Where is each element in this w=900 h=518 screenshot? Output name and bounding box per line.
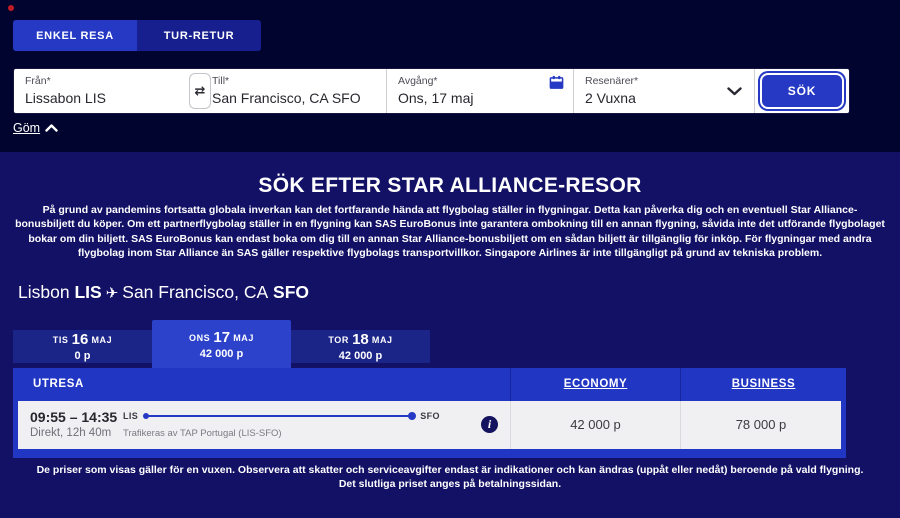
from-label: Från* bbox=[25, 75, 191, 87]
departure-value: Ons, 17 maj bbox=[398, 90, 563, 106]
flight-row: 09:55 – 14:35 Direkt, 12h 40m LIS SFO Tr… bbox=[18, 401, 841, 449]
search-button-cell: SÖK bbox=[754, 69, 849, 113]
date-tab-price: 42 000 p bbox=[291, 350, 430, 362]
chevron-up-icon bbox=[45, 124, 58, 132]
column-header-economy: ECONOMY bbox=[510, 368, 680, 401]
results-section: SÖK EFTER STAR ALLIANCE-RESOR På grund a… bbox=[0, 152, 900, 518]
date-tab-tis-16-maj[interactable]: TIS 16 MAJ 0 p bbox=[13, 330, 152, 363]
date-tab-tor-18-maj[interactable]: TOR 18 MAJ 42 000 p bbox=[291, 330, 430, 363]
date-tab-date: TIS 16 MAJ bbox=[13, 331, 152, 348]
route-dest-city: San Francisco, CA bbox=[122, 282, 268, 302]
pandemic-notice-text: På grund av pandemins fortsatta globala … bbox=[13, 203, 887, 260]
results-table: UTRESA ECONOMY BUSINESS 09:55 – 14:35 Di… bbox=[13, 368, 846, 458]
flight-details: Direkt, 12h 40m bbox=[30, 427, 117, 439]
swap-horizontal-icon: ⇄ bbox=[195, 83, 206, 99]
airplane-icon: ✈ bbox=[106, 284, 119, 302]
flight-info-cell: 09:55 – 14:35 Direkt, 12h 40m LIS SFO Tr… bbox=[18, 401, 510, 449]
business-header-link[interactable]: BUSINESS bbox=[732, 378, 796, 390]
tab-tur-retur[interactable]: TUR-RETUR bbox=[137, 20, 261, 51]
search-panel-section: ENKEL RESA TUR-RETUR Från* Lissabon LIS … bbox=[0, 0, 900, 152]
date-tab-date: ONS 17 MAJ bbox=[152, 329, 291, 346]
search-button[interactable]: SÖK bbox=[760, 73, 844, 109]
column-header-utresa: UTRESA bbox=[13, 368, 510, 401]
trip-type-tabs: ENKEL RESA TUR-RETUR bbox=[13, 20, 261, 51]
economy-header-link[interactable]: ECONOMY bbox=[564, 378, 628, 390]
calendar-icon[interactable] bbox=[549, 75, 564, 90]
destination-code: SFO bbox=[420, 411, 440, 421]
chevron-down-icon[interactable] bbox=[727, 87, 742, 96]
travelers-label: Resenärer* bbox=[585, 75, 744, 87]
to-field[interactable]: Till* San Francisco, CA SFO bbox=[201, 69, 386, 113]
route-origin-city: Lisbon bbox=[18, 282, 70, 302]
date-tabs: TIS 16 MAJ 0 p ONS 17 MAJ 42 000 p TOR 1… bbox=[13, 320, 430, 368]
flight-route-visual: LIS SFO bbox=[123, 411, 440, 421]
page-title: SÖK EFTER STAR ALLIANCE-RESOR bbox=[0, 174, 900, 198]
hide-link-label: Göm bbox=[13, 121, 40, 135]
to-label: Till* bbox=[212, 75, 376, 87]
business-price-cell[interactable]: 78 000 p bbox=[680, 401, 841, 449]
origin-code: LIS bbox=[123, 411, 138, 421]
date-tab-price: 42 000 p bbox=[152, 348, 291, 360]
star-alliance-search-page: ENKEL RESA TUR-RETUR Från* Lissabon LIS … bbox=[0, 0, 900, 518]
operated-by-text: Trafikeras av TAP Portugal (LIS-SFO) bbox=[123, 428, 282, 439]
departure-label: Avgång* bbox=[398, 75, 563, 87]
red-dot-indicator bbox=[8, 5, 14, 11]
route-dest-code: SFO bbox=[273, 282, 309, 302]
from-field[interactable]: Från* Lissabon LIS bbox=[14, 69, 201, 113]
from-value: Lissabon LIS bbox=[25, 90, 191, 106]
departure-date-field[interactable]: Avgång* Ons, 17 maj bbox=[386, 69, 573, 113]
flight-leg-line bbox=[145, 415, 413, 417]
route-origin-code: LIS bbox=[74, 282, 101, 302]
to-value: San Francisco, CA SFO bbox=[212, 90, 376, 106]
date-tab-ons-17-maj[interactable]: ONS 17 MAJ 42 000 p bbox=[152, 320, 291, 368]
flight-time-block: 09:55 – 14:35 Direkt, 12h 40m bbox=[30, 409, 117, 439]
date-tab-price: 0 p bbox=[13, 350, 152, 362]
search-form: Från* Lissabon LIS ⇄ Till* San Francisco… bbox=[13, 68, 850, 114]
tab-enkel-resa[interactable]: ENKEL RESA bbox=[13, 20, 137, 51]
route-heading: Lisbon LIS ✈San Francisco, CA SFO bbox=[18, 282, 309, 303]
economy-price-cell[interactable]: 42 000 p bbox=[510, 401, 680, 449]
swap-direction-button[interactable]: ⇄ bbox=[189, 73, 211, 109]
info-icon[interactable]: i bbox=[481, 416, 498, 433]
column-header-business: BUSINESS bbox=[680, 368, 846, 401]
travelers-value: 2 Vuxna bbox=[585, 90, 744, 106]
price-disclaimer-text: De priser som visas gäller för en vuxen.… bbox=[27, 463, 873, 491]
results-table-header: UTRESA ECONOMY BUSINESS bbox=[13, 368, 846, 401]
travelers-field[interactable]: Resenärer* 2 Vuxna bbox=[573, 69, 754, 113]
results-table-body: 09:55 – 14:35 Direkt, 12h 40m LIS SFO Tr… bbox=[13, 401, 846, 458]
flight-times: 09:55 – 14:35 bbox=[30, 409, 117, 425]
date-tab-date: TOR 18 MAJ bbox=[291, 331, 430, 348]
hide-link[interactable]: Göm bbox=[13, 121, 58, 135]
